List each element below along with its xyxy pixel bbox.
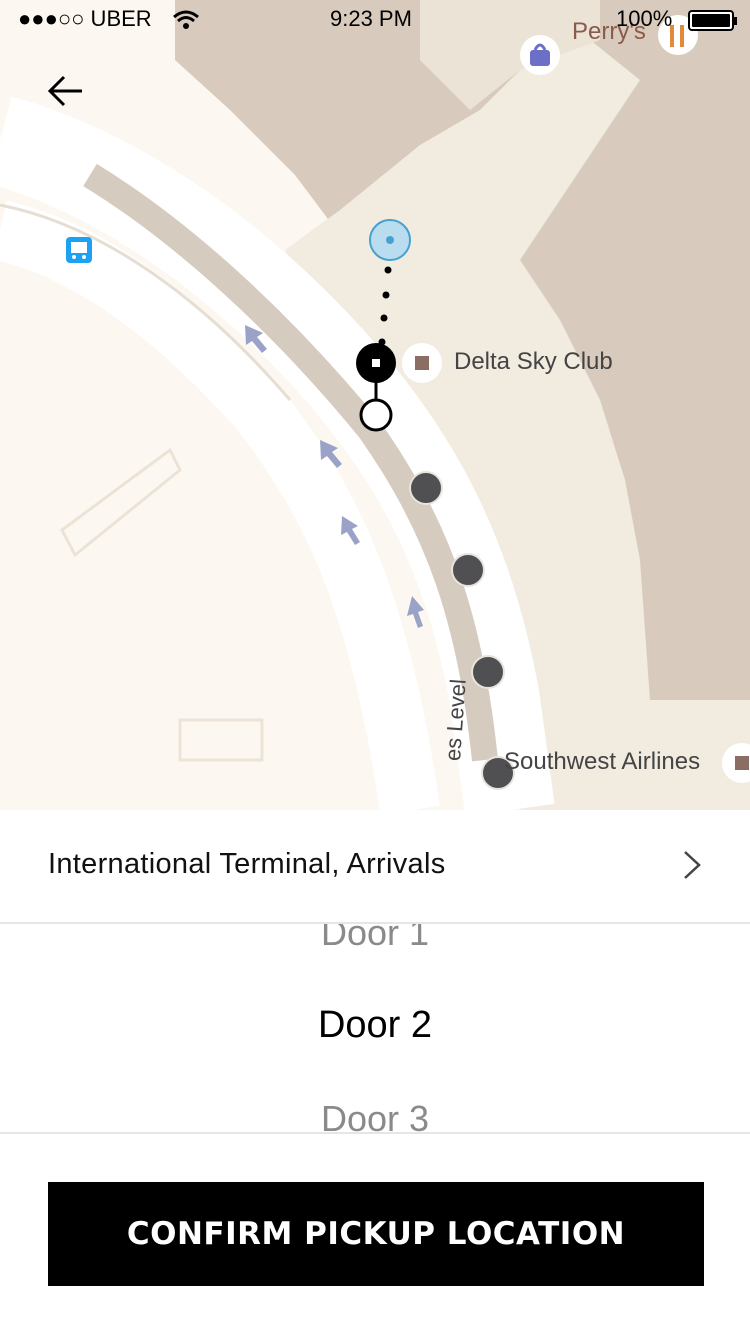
delta-poi-icon <box>402 343 442 383</box>
door-option-3[interactable]: Door 3 <box>0 1098 750 1132</box>
confirm-pickup-button[interactable]: CONFIRM PICKUP LOCATION <box>48 1182 704 1286</box>
poi-label-delta[interactable]: Delta Sky Club <box>454 348 613 376</box>
map-view[interactable]: Delta Sky Club Southwest Airlines Perry'… <box>0 0 750 810</box>
poi-label-southwest[interactable]: Southwest Airlines <box>504 748 700 776</box>
user-location-icon <box>369 219 411 261</box>
terminal-selector[interactable]: International Terminal, Arrivals <box>0 810 750 924</box>
terminal-label: International Terminal, Arrivals <box>48 848 446 880</box>
chevron-right-icon <box>684 851 701 879</box>
battery-icon <box>688 10 737 31</box>
map-canvas[interactable] <box>0 0 750 810</box>
back-arrow-icon <box>47 75 82 107</box>
building-outline <box>60 447 182 558</box>
battery-percent: 100% <box>616 6 673 31</box>
wifi-icon <box>173 10 199 29</box>
back-button[interactable] <box>40 68 92 114</box>
door-picker[interactable]: Door 1 Door 2 Door 3 <box>0 924 750 1132</box>
door-option-1[interactable]: Door 1 <box>0 924 750 954</box>
carrier-signal: ●●●○○ UBER <box>18 6 152 31</box>
status-time: 9:23 PM <box>330 6 412 31</box>
status-bar: ●●●○○ UBER 9:23 PM 100% <box>0 0 750 40</box>
shopping-bag-icon <box>520 35 560 75</box>
door-option-2-selected[interactable]: Door 2 <box>0 1004 750 1047</box>
bus-stop-icon <box>66 237 92 263</box>
divider <box>0 1132 750 1134</box>
building-outline-2 <box>178 718 264 762</box>
